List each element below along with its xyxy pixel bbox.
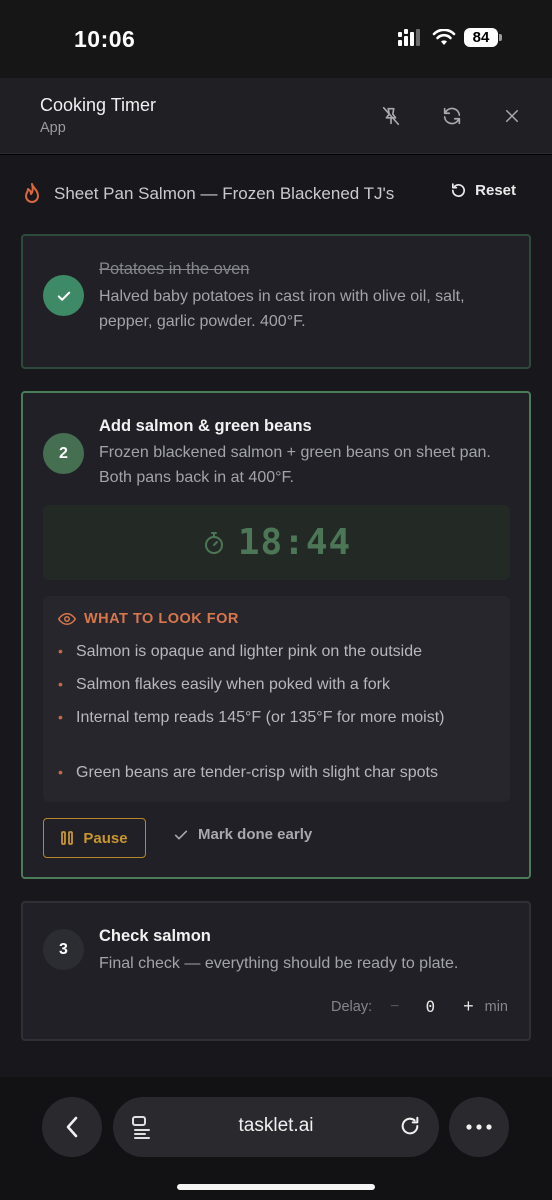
app-subtitle: App <box>40 120 66 136</box>
browser-toolbar: tasklet.ai <box>0 1077 552 1200</box>
url-text: tasklet.ai <box>238 1115 314 1136</box>
app-title: Cooking Timer <box>40 95 157 115</box>
step-title: Check salmon <box>99 927 211 945</box>
delay-value: 0 <box>425 997 436 1016</box>
look-item-text: Salmon is opaque and lighter pink on the… <box>76 643 423 660</box>
refresh-button[interactable] <box>439 103 465 129</box>
recipe-header: Sheet Pan Salmon — Frozen Blackened TJ's… <box>22 180 530 208</box>
reset-button[interactable]: Reset <box>450 182 516 199</box>
delay-decrement-button[interactable]: − <box>390 998 399 1016</box>
more-dots-icon <box>466 1124 492 1130</box>
stopwatch-icon <box>204 531 223 554</box>
step-description: Frozen blackened salmon + green beans on… <box>99 444 491 486</box>
mark-done-early-label: Mark done early <box>198 826 313 843</box>
look-item-text: Green beans are tender-crisp with slight… <box>76 764 438 781</box>
list-item: • Green beans are tender-crisp with sligh… <box>58 760 498 785</box>
battery-icon: 84 <box>464 28 502 47</box>
address-bar[interactable]: tasklet.ai <box>113 1097 439 1157</box>
unpin-button[interactable] <box>378 103 404 129</box>
what-to-look-for-panel: WHAT TO LOOK FOR • Salmon is opaque and l… <box>43 596 510 802</box>
recipe-title: Sheet Pan Salmon — Frozen Blackened TJ's <box>54 184 395 203</box>
step-description: Final check — everything should be ready… <box>99 955 459 972</box>
checkmark-icon <box>174 830 188 839</box>
reset-label: Reset <box>475 182 516 199</box>
timer-display: 18:44 <box>43 505 510 580</box>
cellular-signal-icon <box>398 28 420 46</box>
step-number-badge: 2 <box>43 433 84 474</box>
mark-done-early-button[interactable]: Mark done early <box>173 826 312 843</box>
step-card-1: Potatoes in the oven Halved baby potatoe… <box>21 234 531 369</box>
content-area: Sheet Pan Salmon — Frozen Blackened TJ's… <box>0 155 552 1077</box>
step-card-3: 3 Check salmon Final check — everything … <box>21 901 531 1041</box>
list-item: • Salmon flakes easily when poked with a … <box>58 672 498 697</box>
timer-value: 18:44 <box>237 522 352 563</box>
step-description: Halved baby potatoes in cast iron with o… <box>99 288 465 330</box>
flame-icon <box>25 183 39 203</box>
delay-unit: min <box>484 998 508 1015</box>
pause-button[interactable]: Pause <box>43 818 146 858</box>
reset-icon <box>452 183 466 197</box>
delay-control: Delay: − 0 + min <box>331 996 508 1017</box>
pin-off-icon <box>382 106 400 126</box>
status-bar: 10:06 84 <box>0 0 552 78</box>
step-title: Add salmon & green beans <box>99 417 312 435</box>
more-button[interactable] <box>449 1097 509 1157</box>
refresh-icon <box>443 107 461 125</box>
back-button[interactable] <box>42 1097 102 1157</box>
close-icon <box>506 110 518 122</box>
step-title: Potatoes in the oven <box>99 260 250 278</box>
pause-label: Pause <box>83 829 128 847</box>
close-button[interactable] <box>499 103 525 129</box>
look-item-text: Internal temp reads 145°F (or 135°F for … <box>76 709 445 726</box>
list-item: • Internal temp reads 145°F (or 135°F for… <box>58 705 498 730</box>
battery-level: 84 <box>464 28 498 47</box>
app-header: Cooking Timer App <box>0 78 552 154</box>
step-card-2: 2 Add salmon & green beans Frozen blacke… <box>21 391 531 879</box>
look-for-header-label: WHAT TO LOOK FOR <box>84 611 239 627</box>
pause-icon <box>61 831 74 845</box>
wifi-icon <box>432 28 456 45</box>
chevron-left-icon <box>66 1116 78 1138</box>
delay-label: Delay: <box>331 998 373 1015</box>
reload-icon[interactable] <box>399 1115 421 1137</box>
delay-increment-button[interactable]: + <box>463 996 474 1017</box>
checkmark-icon <box>57 291 70 301</box>
list-item: • Salmon is opaque and lighter pink on th… <box>58 639 498 664</box>
status-icons: 84 <box>398 28 502 47</box>
step-number-badge: 3 <box>43 929 84 970</box>
look-item-text: Salmon flakes easily when poked with a f… <box>76 676 390 693</box>
step-complete-badge <box>43 275 84 316</box>
look-for-header: WHAT TO LOOK FOR <box>58 611 239 627</box>
status-time: 10:06 <box>74 26 136 52</box>
home-indicator <box>177 1184 375 1190</box>
eye-icon <box>58 612 76 626</box>
